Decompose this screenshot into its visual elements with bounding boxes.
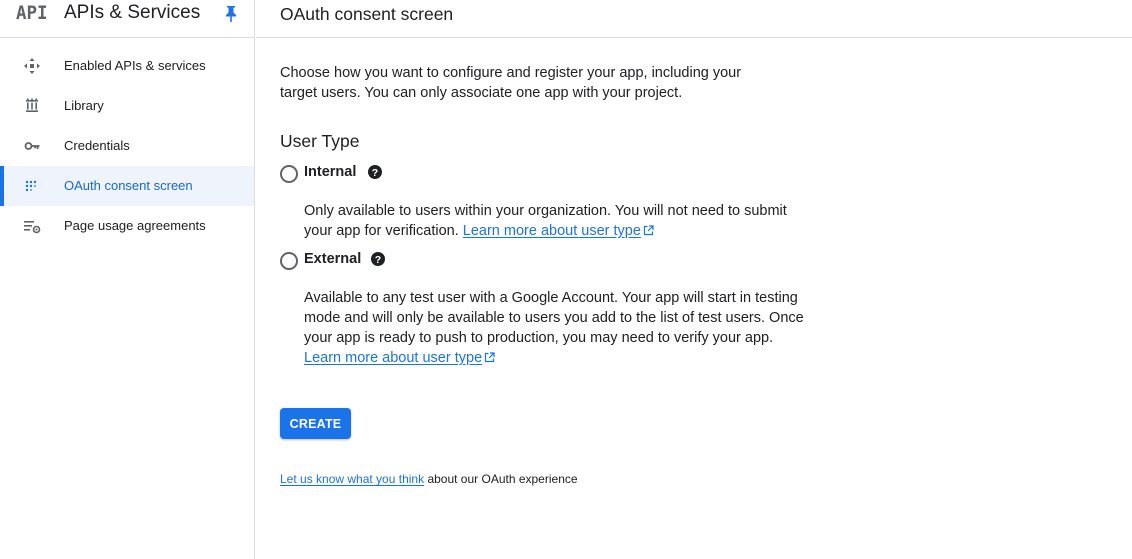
main-header: OAuth consent screen bbox=[256, 0, 1132, 38]
svg-text:?: ? bbox=[372, 167, 378, 179]
sidebar-item-credentials[interactable]: Credentials bbox=[0, 126, 254, 166]
feedback-text: about our OAuth experience bbox=[427, 472, 578, 486]
sidebar-item-label: Page usage agreements bbox=[64, 218, 206, 233]
sidebar-item-oauth-consent[interactable]: OAuth consent screen bbox=[0, 166, 254, 206]
learn-more-link-text[interactable]: Learn more about user type bbox=[304, 350, 482, 366]
app-window: API APIs & Services Enabled APIs & servi… bbox=[0, 0, 1132, 559]
help-icon[interactable]: ? bbox=[371, 252, 385, 266]
sidebar: API APIs & Services Enabled APIs & servi… bbox=[0, 0, 255, 559]
learn-more-link-text[interactable]: Learn more about user type bbox=[463, 223, 641, 239]
page-title: OAuth consent screen bbox=[280, 4, 454, 24]
internal-description: Only available to users within your orga… bbox=[304, 201, 804, 241]
intro-text: Choose how you want to configure and reg… bbox=[280, 65, 742, 101]
user-type-heading: User Type bbox=[280, 131, 360, 151]
sidebar-nav: Enabled APIs & services Library Credenti… bbox=[0, 46, 254, 246]
product-title: APIs & Services bbox=[64, 2, 201, 23]
help-icon[interactable]: ? bbox=[368, 165, 382, 179]
learn-more-link-internal[interactable]: Learn more about user type bbox=[463, 223, 641, 239]
create-button[interactable]: CREATE bbox=[280, 408, 351, 439]
external-label[interactable]: External bbox=[304, 251, 361, 267]
user-type-external-option[interactable]: External ? bbox=[280, 250, 420, 272]
settings-list-icon bbox=[23, 218, 41, 234]
sidebar-item-enabled-apis[interactable]: Enabled APIs & services bbox=[0, 46, 254, 86]
external-description: Available to any test user with a Google… bbox=[304, 288, 804, 368]
feedback-line: Let us know what you think about our OAu… bbox=[280, 472, 578, 486]
pin-icon[interactable] bbox=[223, 5, 239, 23]
sidebar-item-page-usage[interactable]: Page usage agreements bbox=[0, 206, 254, 246]
internal-label[interactable]: Internal bbox=[304, 164, 356, 180]
external-link-icon[interactable] bbox=[643, 222, 654, 236]
consent-icon bbox=[23, 178, 41, 194]
svg-text:?: ? bbox=[375, 254, 381, 266]
sidebar-item-label: Enabled APIs & services bbox=[64, 58, 206, 73]
learn-more-link-external[interactable]: Learn more about user type bbox=[304, 350, 482, 366]
sidebar-item-label: Credentials bbox=[64, 138, 130, 153]
external-link-icon[interactable] bbox=[484, 349, 495, 363]
api-logo[interactable]: API bbox=[16, 2, 48, 24]
key-icon bbox=[23, 138, 41, 154]
user-type-internal-option[interactable]: Internal ? bbox=[280, 163, 420, 185]
internal-radio[interactable] bbox=[280, 165, 298, 183]
apis-icon bbox=[23, 58, 41, 74]
sidebar-item-library[interactable]: Library bbox=[0, 86, 254, 126]
feedback-link[interactable]: Let us know what you think bbox=[280, 472, 424, 486]
external-radio[interactable] bbox=[280, 252, 298, 270]
sidebar-item-label: OAuth consent screen bbox=[64, 178, 193, 193]
library-icon bbox=[23, 98, 41, 114]
sidebar-header: API APIs & Services bbox=[0, 0, 255, 38]
external-description-text: Available to any test user with a Google… bbox=[304, 290, 804, 346]
sidebar-item-label: Library bbox=[64, 98, 104, 113]
